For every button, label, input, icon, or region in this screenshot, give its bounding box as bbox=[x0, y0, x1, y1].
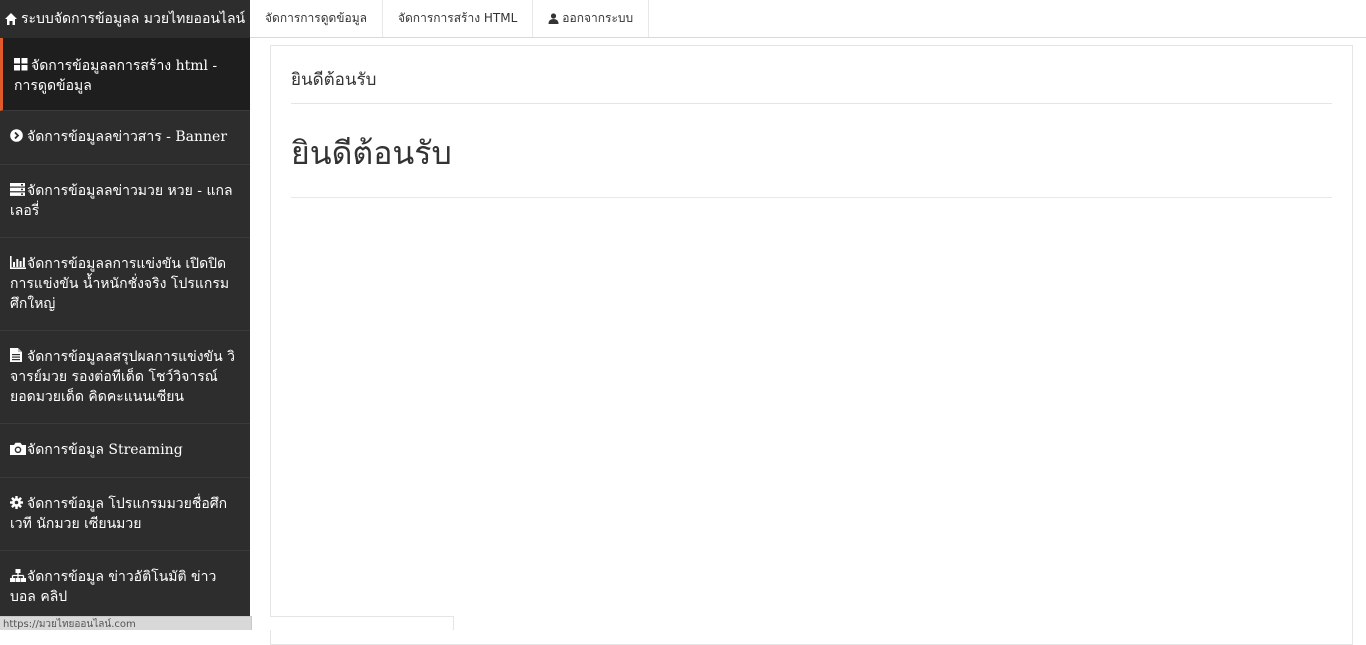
sidebar: จัดการข้อมูลลการสร้าง html - การดูดข้อมู… bbox=[0, 38, 250, 630]
sidebar-item-html-scrape[interactable]: จัดการข้อมูลลการสร้าง html - การดูดข้อมู… bbox=[0, 38, 250, 111]
sidebar-item-label: จัดการข้อมูล โปรแกรมมวยชื่อศึก เวที นักม… bbox=[10, 496, 228, 532]
main-panel: ยินดีต้อนรับ ยินดีต้อนรับ bbox=[270, 45, 1353, 645]
gear-icon bbox=[10, 495, 25, 509]
user-icon bbox=[548, 13, 559, 24]
logout-button[interactable]: ออกจากระบบ bbox=[533, 0, 650, 37]
sidebar-item-label: จัดการข้อมูลลข่าวสาร - Banner bbox=[27, 129, 228, 145]
brand[interactable]: ระบบจัดการข้อมูลล มวยไทยออนไลน์ bbox=[0, 0, 250, 38]
brand-title: ระบบจัดการข้อมูลล มวยไทยออนไลน์ bbox=[21, 11, 246, 27]
sidebar-item-competition[interactable]: จัดการข้อมูลลการแข่งขัน เปิดปิดการแข่งขั… bbox=[0, 238, 250, 331]
page-title: ยินดีต้อนรับ bbox=[291, 128, 1332, 198]
sidebar-item-results[interactable]: จัดการข้อมูลลสรุปผลการแข่งขัน วิจารย์มวย… bbox=[0, 331, 250, 424]
home-icon bbox=[4, 12, 18, 26]
status-ghost bbox=[270, 616, 454, 630]
sidebar-item-label: จัดการข้อมูล ข่าวอัติโนมัติ ข่าวบอล คลิป bbox=[10, 569, 217, 605]
server-icon bbox=[10, 182, 25, 196]
bar-chart-icon bbox=[10, 255, 26, 269]
camera-icon bbox=[10, 441, 26, 455]
sidebar-item-label: จัดการข้อมูลลสรุปผลการแข่งขัน วิจารย์มวย… bbox=[10, 349, 235, 405]
sidebar-item-boxing-lottery-gallery[interactable]: จัดการข้อมูลลข่าวมวย หวย - แกลเลอรี่ bbox=[0, 165, 250, 238]
sidebar-item-streaming[interactable]: จัดการข้อมูล Streaming bbox=[0, 424, 250, 478]
sidebar-item-auto-news[interactable]: จัดการข้อมูล ข่าวอัติโนมัติ ข่าวบอล คลิป bbox=[0, 551, 250, 624]
chevron-circle-right-icon bbox=[10, 128, 25, 142]
logout-label: ออกจากระบบ bbox=[562, 11, 634, 25]
nav-scrape-data[interactable]: จัดการการดูดข้อมูล bbox=[250, 0, 383, 37]
th-large-icon bbox=[14, 57, 29, 71]
nav-scrape-data-label: จัดการการดูดข้อมูล bbox=[265, 11, 367, 25]
sidebar-item-label: จัดการข้อมูลลการสร้าง html - การดูดข้อมู… bbox=[14, 58, 218, 94]
sidebar-item-label: จัดการข้อมูลลข่าวมวย หวย - แกลเลอรี่ bbox=[10, 183, 233, 219]
sidebar-item-news-banner[interactable]: จัดการข้อมูลลข่าวสาร - Banner bbox=[0, 111, 250, 165]
nav-create-html[interactable]: จัดการการสร้าง HTML bbox=[383, 0, 534, 37]
panel-heading: ยินดีต้อนรับ bbox=[291, 66, 1332, 104]
sidebar-item-label: จัดการข้อมูลลการแข่งขัน เปิดปิดการแข่งขั… bbox=[10, 256, 230, 312]
sidebar-item-label: จัดการข้อมูล Streaming bbox=[27, 442, 183, 458]
sidebar-item-program[interactable]: จัดการข้อมูล โปรแกรมมวยชื่อศึก เวที นักม… bbox=[0, 478, 250, 551]
sitemap-icon bbox=[10, 568, 26, 582]
link-status-bar: https://มวยไทยออนไลน์.com bbox=[0, 616, 252, 630]
nav-create-html-label: จัดการการสร้าง HTML bbox=[397, 11, 518, 25]
top-navbar: จัดการการดูดข้อมูล จัดการการสร้าง HTML อ… bbox=[250, 0, 1366, 38]
file-text-icon bbox=[10, 348, 25, 362]
